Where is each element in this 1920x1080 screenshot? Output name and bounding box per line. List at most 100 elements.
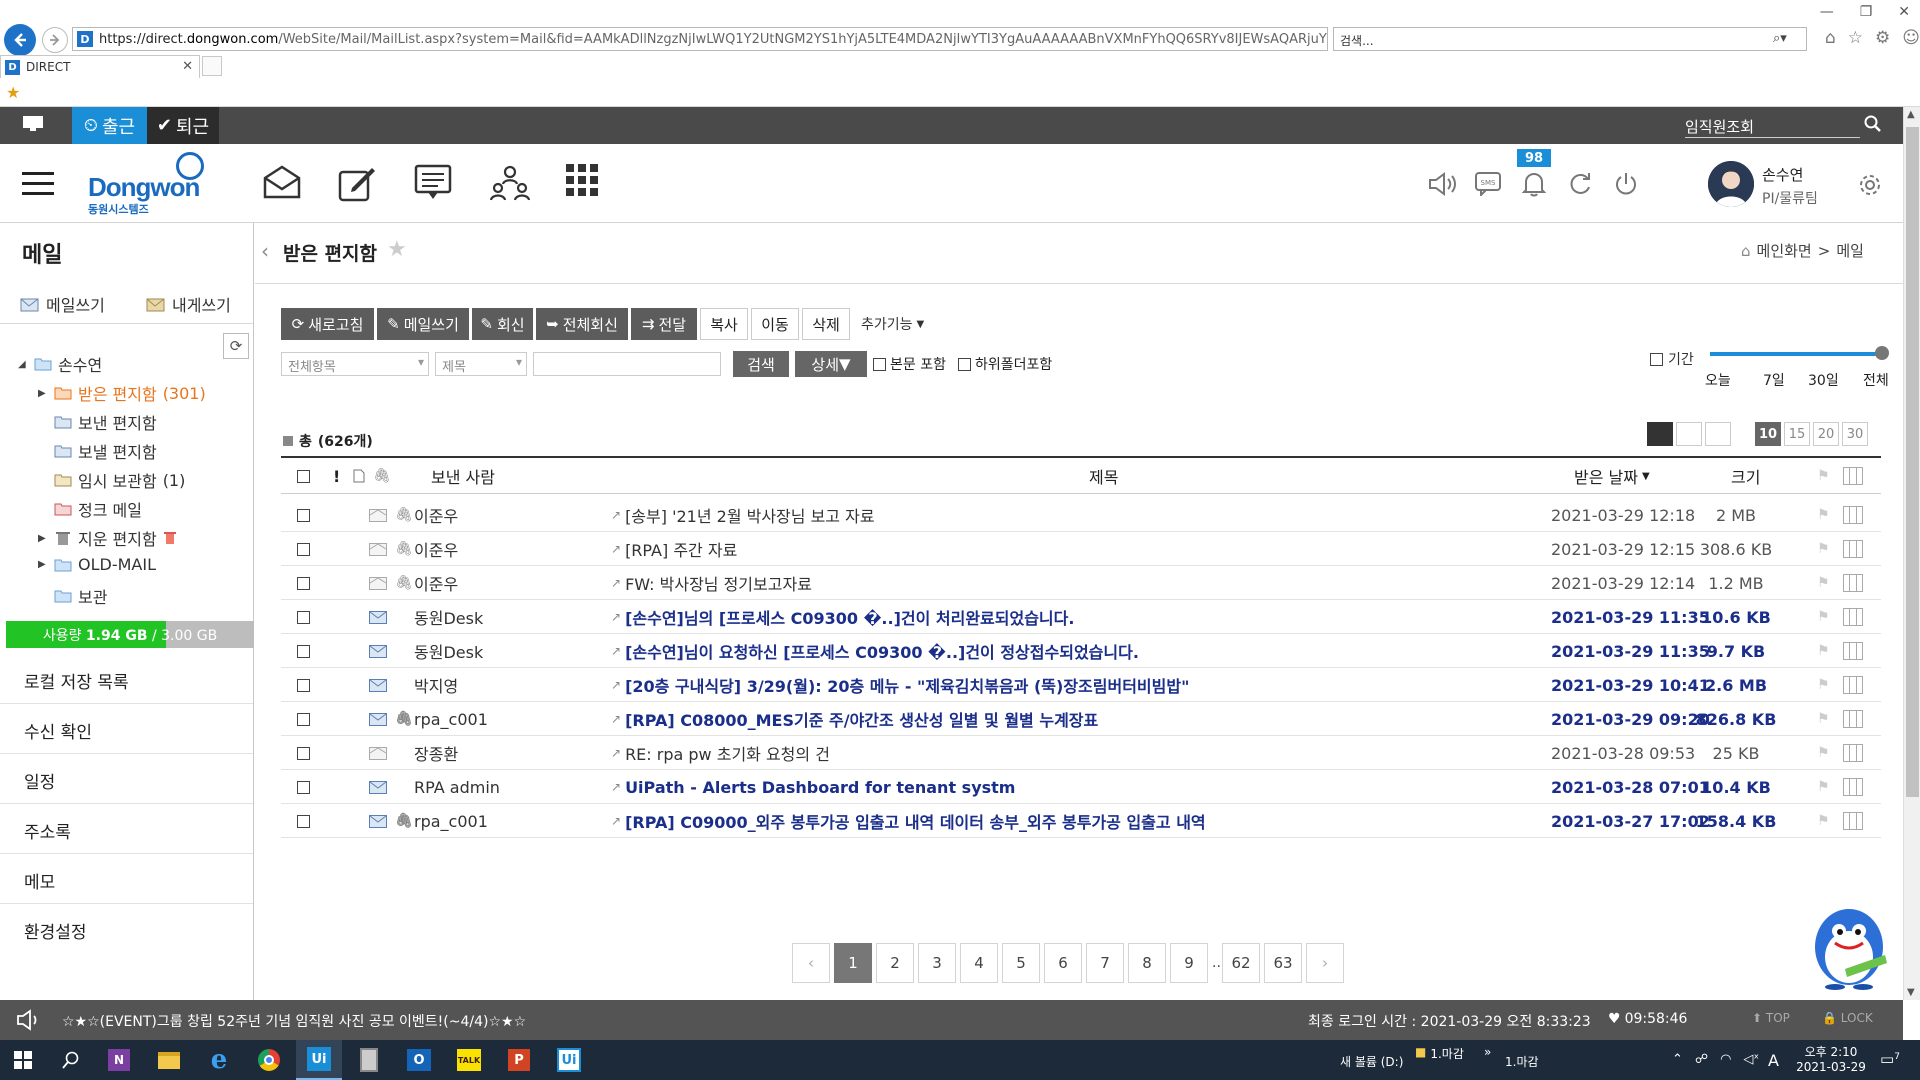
avatar[interactable] bbox=[1708, 161, 1754, 207]
column-sender[interactable]: 보낸 사람 bbox=[431, 458, 495, 494]
importance-icon[interactable]: ! bbox=[333, 458, 340, 494]
next-page-icon[interactable]: › bbox=[1306, 943, 1344, 983]
page-2[interactable]: 2 bbox=[876, 943, 914, 983]
write-self-button[interactable]: 내게쓰기 bbox=[146, 292, 231, 316]
row-columns-icon[interactable] bbox=[1843, 634, 1863, 668]
apps-grid-icon[interactable] bbox=[566, 164, 598, 196]
chrome-icon[interactable] bbox=[246, 1040, 292, 1080]
row-sender[interactable]: 박지영 bbox=[414, 668, 574, 702]
open-new-window-icon[interactable]: ↗ bbox=[611, 508, 621, 522]
drive-label[interactable]: 새 볼륨 (D:) bbox=[1340, 1053, 1403, 1070]
table-row[interactable]: 🖇 이준우 ↗ [RPA] 주간 자료 2021-03-29 12:15 308.… bbox=[281, 532, 1881, 566]
row-subject-cell[interactable]: ↗ [RPA] 주간 자료 bbox=[611, 532, 1551, 566]
checkin-button[interactable]: ⏲ 출근 bbox=[72, 107, 147, 144]
menu-local-storage[interactable]: 로컬 저장 목록 bbox=[0, 654, 253, 704]
monitor-icon[interactable] bbox=[22, 115, 44, 133]
write-mail-button[interactable]: ✎ 메일쓰기 bbox=[377, 308, 469, 340]
flag-icon[interactable]: ⚑ bbox=[1817, 770, 1830, 804]
flag-icon[interactable]: ⚑ bbox=[1817, 498, 1830, 532]
column-subject[interactable]: 제목 bbox=[1089, 458, 1118, 494]
row-checkbox[interactable] bbox=[297, 498, 310, 532]
row-subject-cell[interactable]: ↗ [RPA] C09000_외주 봉투가공 입출고 내역 데이터 송부_외주 봉… bbox=[611, 804, 1551, 838]
detail-search-button[interactable]: 상세 ▼ bbox=[795, 351, 867, 377]
page-62[interactable]: 62 bbox=[1222, 943, 1260, 983]
period-7days[interactable]: 7일 bbox=[1763, 370, 1785, 390]
start-windows-icon[interactable] bbox=[0, 1040, 46, 1080]
page-8[interactable]: 8 bbox=[1128, 943, 1166, 983]
feedback-icon[interactable]: ☺ bbox=[1902, 28, 1920, 48]
row-columns-icon[interactable] bbox=[1843, 566, 1863, 600]
favorite-star-icon[interactable]: ★ bbox=[387, 237, 407, 262]
uipath-studio-icon[interactable]: Ui bbox=[296, 1040, 342, 1080]
open-new-window-icon[interactable]: ↗ bbox=[611, 576, 621, 590]
row-checkbox[interactable] bbox=[297, 702, 310, 736]
field-select[interactable]: 제목 bbox=[435, 352, 527, 376]
expand-right-icon[interactable]: ▶ bbox=[38, 559, 48, 570]
page-size-30[interactable]: 30 bbox=[1842, 422, 1868, 446]
doc-icon[interactable] bbox=[353, 458, 365, 494]
favorites-star-icon[interactable]: ☆ bbox=[1848, 28, 1863, 48]
speaker-icon[interactable] bbox=[16, 1009, 42, 1031]
table-row[interactable]: 🖇 이준우 ↗ FW: 박사장님 정기보고자료 2021-03-29 12:14 … bbox=[281, 566, 1881, 600]
row-subject-cell[interactable]: ↗ RE: rpa pw 초기화 요청의 건 bbox=[611, 736, 1551, 770]
restore-icon[interactable]: ❐ bbox=[1860, 4, 1873, 20]
event-ticker[interactable]: ☆★☆(EVENT)그룹 창립 52주년 기념 임직원 사진 공모 이벤트!(~… bbox=[62, 1011, 526, 1031]
row-columns-icon[interactable] bbox=[1843, 804, 1863, 838]
row-columns-icon[interactable] bbox=[1843, 498, 1863, 532]
search-input[interactable] bbox=[533, 352, 721, 376]
prev-page-icon[interactable]: ‹ bbox=[792, 943, 830, 983]
select-all-checkbox[interactable] bbox=[297, 458, 310, 494]
sms-icon[interactable]: SMS bbox=[1475, 172, 1501, 196]
expand-right-icon[interactable]: ▶ bbox=[38, 533, 48, 544]
file-explorer-icon[interactable] bbox=[146, 1040, 192, 1080]
flag-icon[interactable]: ⚑ bbox=[1817, 566, 1830, 600]
flag-column-icon[interactable]: ⚑ bbox=[1817, 458, 1830, 494]
row-checkbox[interactable] bbox=[297, 804, 310, 838]
folder-label[interactable]: 1.마감 bbox=[1505, 1053, 1539, 1070]
empty-trash-icon[interactable] bbox=[163, 531, 177, 545]
tray-up-icon[interactable]: ⌃ bbox=[1672, 1052, 1683, 1067]
speaker-icon[interactable] bbox=[1428, 172, 1458, 196]
flag-icon[interactable]: ⚑ bbox=[1817, 668, 1830, 702]
minimize-icon[interactable]: — bbox=[1820, 4, 1834, 20]
compose-icon[interactable] bbox=[338, 164, 376, 202]
table-row[interactable]: 🖇 동원Desk ↗ [손수연]님의 [프로세스 C09300 �..]건이 처리… bbox=[281, 600, 1881, 634]
scroll-down-icon[interactable]: ▼ bbox=[1907, 987, 1915, 998]
power-icon[interactable] bbox=[1614, 171, 1638, 197]
move-button[interactable]: 이동 bbox=[751, 308, 799, 340]
onenote-icon[interactable]: N bbox=[96, 1040, 142, 1080]
period-30days[interactable]: 30일 bbox=[1808, 370, 1839, 390]
row-subject-cell[interactable]: ↗ FW: 박사장님 정기보고자료 bbox=[611, 566, 1551, 600]
scope-select[interactable]: 전체항목 bbox=[281, 352, 429, 376]
action-center-icon[interactable]: ▭7 bbox=[1880, 1050, 1900, 1068]
page-size-20[interactable]: 20 bbox=[1813, 422, 1839, 446]
table-row[interactable]: 🖇 rpa_c001 ↗ [RPA] C08000_MES기준 주/야간조 생산성… bbox=[281, 702, 1881, 736]
organization-icon[interactable] bbox=[490, 164, 530, 202]
search-go-icon[interactable]: ⌕▾ bbox=[1773, 31, 1787, 46]
page-1[interactable]: 1 bbox=[834, 943, 872, 983]
more-functions-button[interactable]: 추가기능 ▼ bbox=[853, 308, 932, 340]
reply-button[interactable]: ✎ 회신 bbox=[472, 308, 533, 340]
row-checkbox[interactable] bbox=[297, 566, 310, 600]
menu-calendar[interactable]: 일정 bbox=[0, 754, 253, 804]
row-sender[interactable]: RPA admin bbox=[414, 770, 574, 804]
copy-button[interactable]: 복사 bbox=[700, 308, 748, 340]
page-9[interactable]: 9 bbox=[1170, 943, 1208, 983]
page-5[interactable]: 5 bbox=[1002, 943, 1040, 983]
page-3[interactable]: 3 bbox=[918, 943, 956, 983]
back-button[interactable] bbox=[4, 24, 36, 56]
open-new-window-icon[interactable]: ↗ bbox=[611, 610, 621, 624]
table-row[interactable]: 🖇 장종환 ↗ RE: rpa pw 초기화 요청의 건 2021-03-28 0… bbox=[281, 736, 1881, 770]
flag-icon[interactable]: ⚑ bbox=[1817, 600, 1830, 634]
period-slider-track[interactable] bbox=[1710, 352, 1882, 356]
forward-button[interactable]: ⇉ 전달 bbox=[631, 308, 697, 340]
menu-address-book[interactable]: 주소록 bbox=[0, 804, 253, 854]
row-subject-cell[interactable]: ↗ [송부] '21년 2월 박사장님 보고 자료 bbox=[611, 498, 1551, 532]
row-subject-cell[interactable]: ↗ [손수연]님의 [프로세스 C09300 �..]건이 처리완료되었습니다. bbox=[611, 600, 1551, 634]
settings-gear-icon[interactable] bbox=[1858, 173, 1882, 197]
menu-settings[interactable]: 환경설정 bbox=[0, 904, 253, 954]
period-today[interactable]: 오늘 bbox=[1705, 370, 1731, 390]
network-icon[interactable]: ☍ bbox=[1695, 1052, 1708, 1067]
split-vertical-view-icon[interactable] bbox=[1676, 422, 1702, 446]
breadcrumb-home[interactable]: 메인화면 bbox=[1757, 240, 1812, 261]
